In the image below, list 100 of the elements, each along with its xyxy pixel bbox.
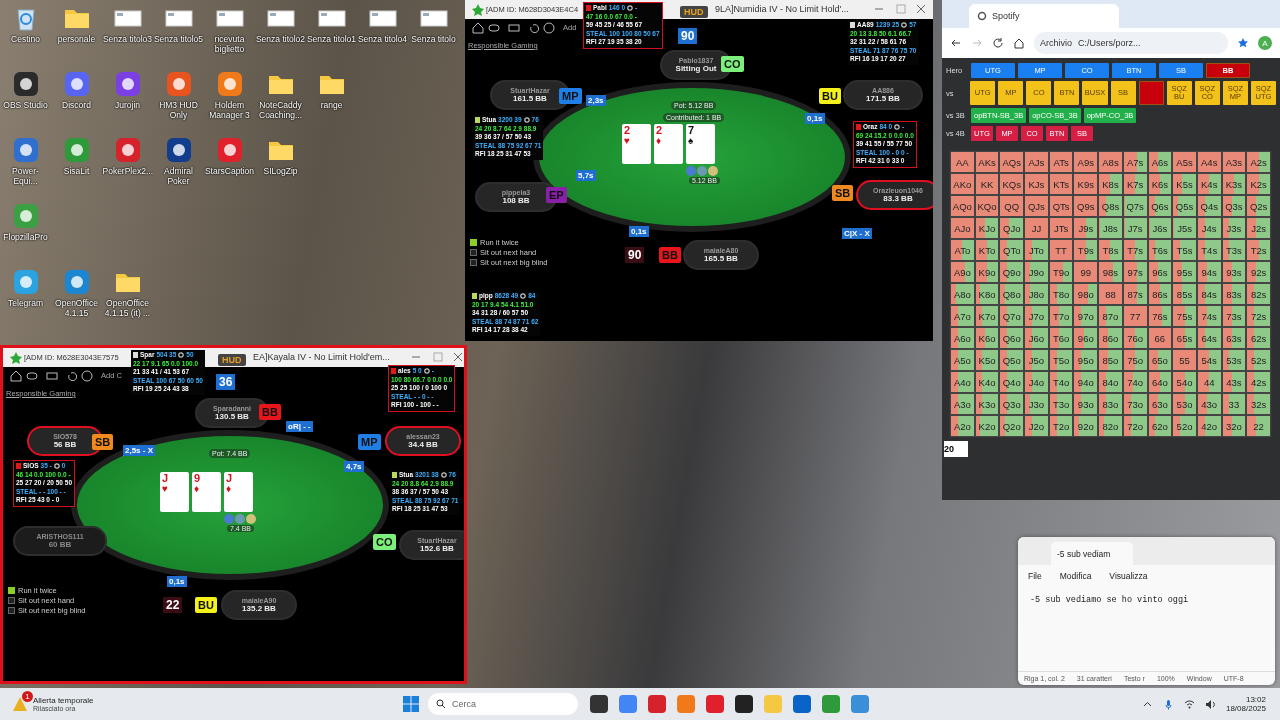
- desktop-icon-label[interactable]: Senza titolo4: [357, 34, 408, 44]
- range-cell[interactable]: A9s: [1073, 151, 1099, 173]
- range-cell[interactable]: 72o: [1122, 415, 1148, 437]
- range-cell[interactable]: J4s: [1196, 217, 1222, 239]
- range-cell[interactable]: KJs: [1024, 173, 1049, 195]
- desktop-icon-label[interactable]: Discord: [62, 100, 91, 110]
- desktop-icon-label[interactable]: Senza titolo2: [255, 34, 306, 44]
- range-cell[interactable]: 83o: [1098, 393, 1123, 415]
- range-cell[interactable]: 75o: [1122, 349, 1148, 371]
- reload-icon[interactable]: [992, 37, 1004, 49]
- range-cell[interactable]: AA: [950, 151, 975, 173]
- taskbar-app-icon[interactable]: [590, 695, 608, 713]
- desktop-icon-label[interactable]: ricevuta biglietto: [204, 34, 255, 54]
- range-cell[interactable]: 62o: [1147, 415, 1173, 437]
- menu-item[interactable]: Visualizza: [1109, 571, 1148, 581]
- range-cell[interactable]: JJ: [1024, 217, 1049, 239]
- range-cell[interactable]: 92o: [1073, 415, 1099, 437]
- checkbox[interactable]: [8, 597, 15, 604]
- desktop-icon-label[interactable]: Senza titolo3: [102, 34, 153, 44]
- range-cell[interactable]: JTs: [1048, 217, 1074, 239]
- range-cell[interactable]: A2o: [950, 415, 975, 437]
- range-cell[interactable]: T9s: [1073, 239, 1099, 261]
- range-cell[interactable]: K5s: [1172, 173, 1197, 195]
- range-cell[interactable]: 63s: [1221, 327, 1247, 349]
- range-cell[interactable]: K7o: [974, 305, 1000, 327]
- desktop-icon-label[interactable]: PokerPlex2...: [102, 166, 153, 176]
- range-cell[interactable]: A8o: [950, 283, 975, 305]
- range-cell[interactable]: J5o: [1024, 349, 1049, 371]
- range-cell[interactable]: A3s: [1221, 151, 1247, 173]
- range-cell[interactable]: J8o: [1024, 283, 1049, 305]
- range-cell[interactable]: AKs: [974, 151, 1000, 173]
- range-cell[interactable]: A9o: [950, 261, 975, 283]
- range-cell[interactable]: J7o: [1024, 305, 1049, 327]
- range-cell[interactable]: A6s: [1147, 151, 1173, 173]
- range-cell[interactable]: Q2o: [999, 415, 1025, 437]
- range-cell[interactable]: Q6o: [999, 327, 1025, 349]
- range-cell[interactable]: 64o: [1147, 371, 1173, 393]
- range-cell[interactable]: 83s: [1221, 283, 1247, 305]
- range-cell[interactable]: A6o: [950, 327, 975, 349]
- desktop-icon-label[interactable]: personale: [57, 34, 96, 44]
- range-cell[interactable]: T7o: [1048, 305, 1074, 327]
- range-cell[interactable]: A8s: [1098, 151, 1123, 173]
- range-cell[interactable]: T6o: [1048, 327, 1074, 349]
- range-cell[interactable]: AJo: [950, 217, 975, 239]
- range-cell[interactable]: 53o: [1172, 393, 1197, 415]
- range-cell[interactable]: 85s: [1172, 283, 1197, 305]
- range-cell[interactable]: J3s: [1221, 217, 1247, 239]
- close-icon[interactable]: [915, 3, 927, 15]
- range-cell[interactable]: 82s: [1246, 283, 1271, 305]
- range-cell[interactable]: Q2s: [1246, 195, 1271, 217]
- range-cell[interactable]: A4s: [1196, 151, 1222, 173]
- range-cell[interactable]: 55: [1172, 349, 1197, 371]
- desktop-icon-label[interactable]: HM3 HUD Only: [153, 100, 204, 120]
- range-cell[interactable]: K6s: [1147, 173, 1173, 195]
- range-cell[interactable]: Q7s: [1122, 195, 1148, 217]
- desktop-icon-label[interactable]: Power-Equi...: [0, 166, 51, 186]
- range-cell[interactable]: 72s: [1246, 305, 1271, 327]
- range-cell[interactable]: KTo: [974, 239, 1000, 261]
- desktop-icon-label[interactable]: Admiral Poker: [153, 166, 204, 186]
- range-cell[interactable]: Q5o: [999, 349, 1025, 371]
- site-info-label[interactable]: Archivio: [1040, 38, 1072, 48]
- forward-arrow-icon[interactable]: [971, 37, 983, 49]
- range-cell[interactable]: J7s: [1122, 217, 1148, 239]
- range-cell[interactable]: 66: [1147, 327, 1173, 349]
- range-cell[interactable]: T5o: [1048, 349, 1074, 371]
- range-cell[interactable]: T8o: [1048, 283, 1074, 305]
- range-cell[interactable]: ATo: [950, 239, 975, 261]
- range-cell[interactable]: Q7o: [999, 305, 1025, 327]
- range-cell[interactable]: K7s: [1122, 173, 1148, 195]
- range-cell[interactable]: QJs: [1024, 195, 1049, 217]
- range-cell[interactable]: 99: [1073, 261, 1099, 283]
- range-cell[interactable]: 74o: [1122, 371, 1148, 393]
- range-cell[interactable]: QTs: [1048, 195, 1074, 217]
- range-cell[interactable]: K9s: [1073, 173, 1099, 195]
- browser-tab[interactable]: Spotify: [969, 4, 1119, 28]
- range-cell[interactable]: 93o: [1073, 393, 1099, 415]
- desktop-icon-label[interactable]: NoteCaddy Coaching...: [255, 100, 306, 120]
- range-cell[interactable]: 77: [1122, 305, 1148, 327]
- range-cell[interactable]: TT: [1048, 239, 1074, 261]
- range-cell[interactable]: Q9o: [999, 261, 1025, 283]
- microphone-icon[interactable]: [1162, 698, 1174, 710]
- checkbox[interactable]: [470, 249, 477, 256]
- range-cell[interactable]: 84o: [1098, 371, 1123, 393]
- desktop-icon-label[interactable]: Senza titolo: [411, 34, 456, 44]
- desktop-icon-label[interactable]: FlopzillaPro: [3, 232, 48, 242]
- checkbox[interactable]: [8, 587, 15, 594]
- range-cell[interactable]: T7s: [1122, 239, 1148, 261]
- range-cell[interactable]: 87o: [1098, 305, 1123, 327]
- range-cell[interactable]: 54s: [1196, 349, 1222, 371]
- range-cell[interactable]: 74s: [1196, 305, 1222, 327]
- range-cell[interactable]: 86o: [1098, 327, 1123, 349]
- range-cell[interactable]: J9o: [1024, 261, 1049, 283]
- range-cell[interactable]: Q8o: [999, 283, 1025, 305]
- range-cell[interactable]: J2o: [1024, 415, 1049, 437]
- range-cell[interactable]: 86s: [1147, 283, 1173, 305]
- range-cell[interactable]: 63o: [1147, 393, 1173, 415]
- range-cell[interactable]: 64s: [1196, 327, 1222, 349]
- range-cell[interactable]: ATs: [1048, 151, 1074, 173]
- home-icon[interactable]: [1013, 37, 1025, 49]
- range-cell[interactable]: J6s: [1147, 217, 1173, 239]
